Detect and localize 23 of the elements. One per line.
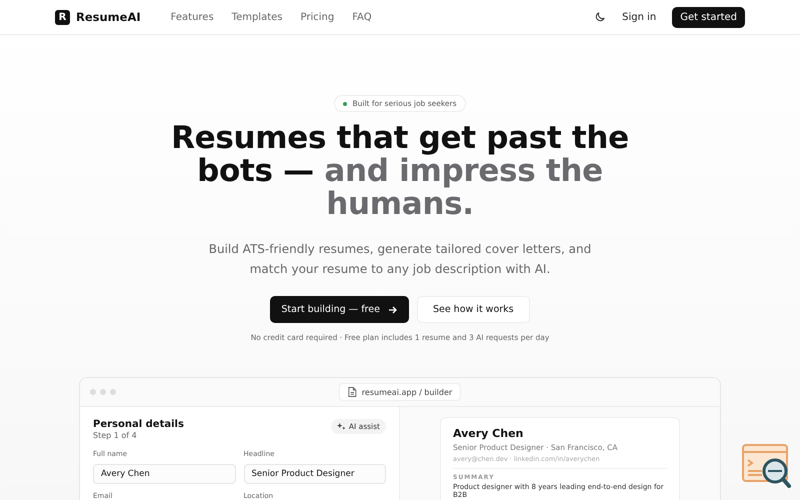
document-icon xyxy=(348,387,357,397)
nav-link[interactable]: FAQ xyxy=(352,12,372,22)
nav-link[interactable]: Pricing xyxy=(300,12,334,22)
start-building-button[interactable]: Start building — free xyxy=(270,296,409,323)
moon-icon[interactable] xyxy=(594,11,606,23)
nav-link[interactable]: Templates xyxy=(232,12,282,22)
nav-link[interactable]: Features xyxy=(170,12,214,22)
brand-name[interactable]: ResumeAI xyxy=(76,10,141,24)
sparkle-icon xyxy=(336,422,346,431)
get-started-button[interactable]: Get started xyxy=(672,6,745,28)
address-bar: resumeai.app / builder xyxy=(338,383,462,401)
sign-in-link[interactable]: Sign in xyxy=(622,12,656,22)
see-how-button[interactable]: See how it works xyxy=(416,296,530,323)
resume-name: Avery Chen xyxy=(453,427,524,440)
input-field[interactable]: Senior Product Designer xyxy=(244,464,386,484)
logo-mark[interactable]: R xyxy=(55,10,70,24)
arrow-icon xyxy=(388,304,398,314)
step-label: Step 1 of 4 xyxy=(93,431,138,440)
browser-search-icon[interactable] xyxy=(742,444,792,490)
form-title: Personal details xyxy=(93,419,184,430)
input-field[interactable]: Avery Chen xyxy=(93,464,236,484)
hero-subtitle: Build ATS-friendly resumes, generate tailored cover letters, and match your resume to any job description with AI. xyxy=(208,241,592,278)
hero-heading: Resumes that get past the bots — and impress the humans. xyxy=(170,122,630,221)
